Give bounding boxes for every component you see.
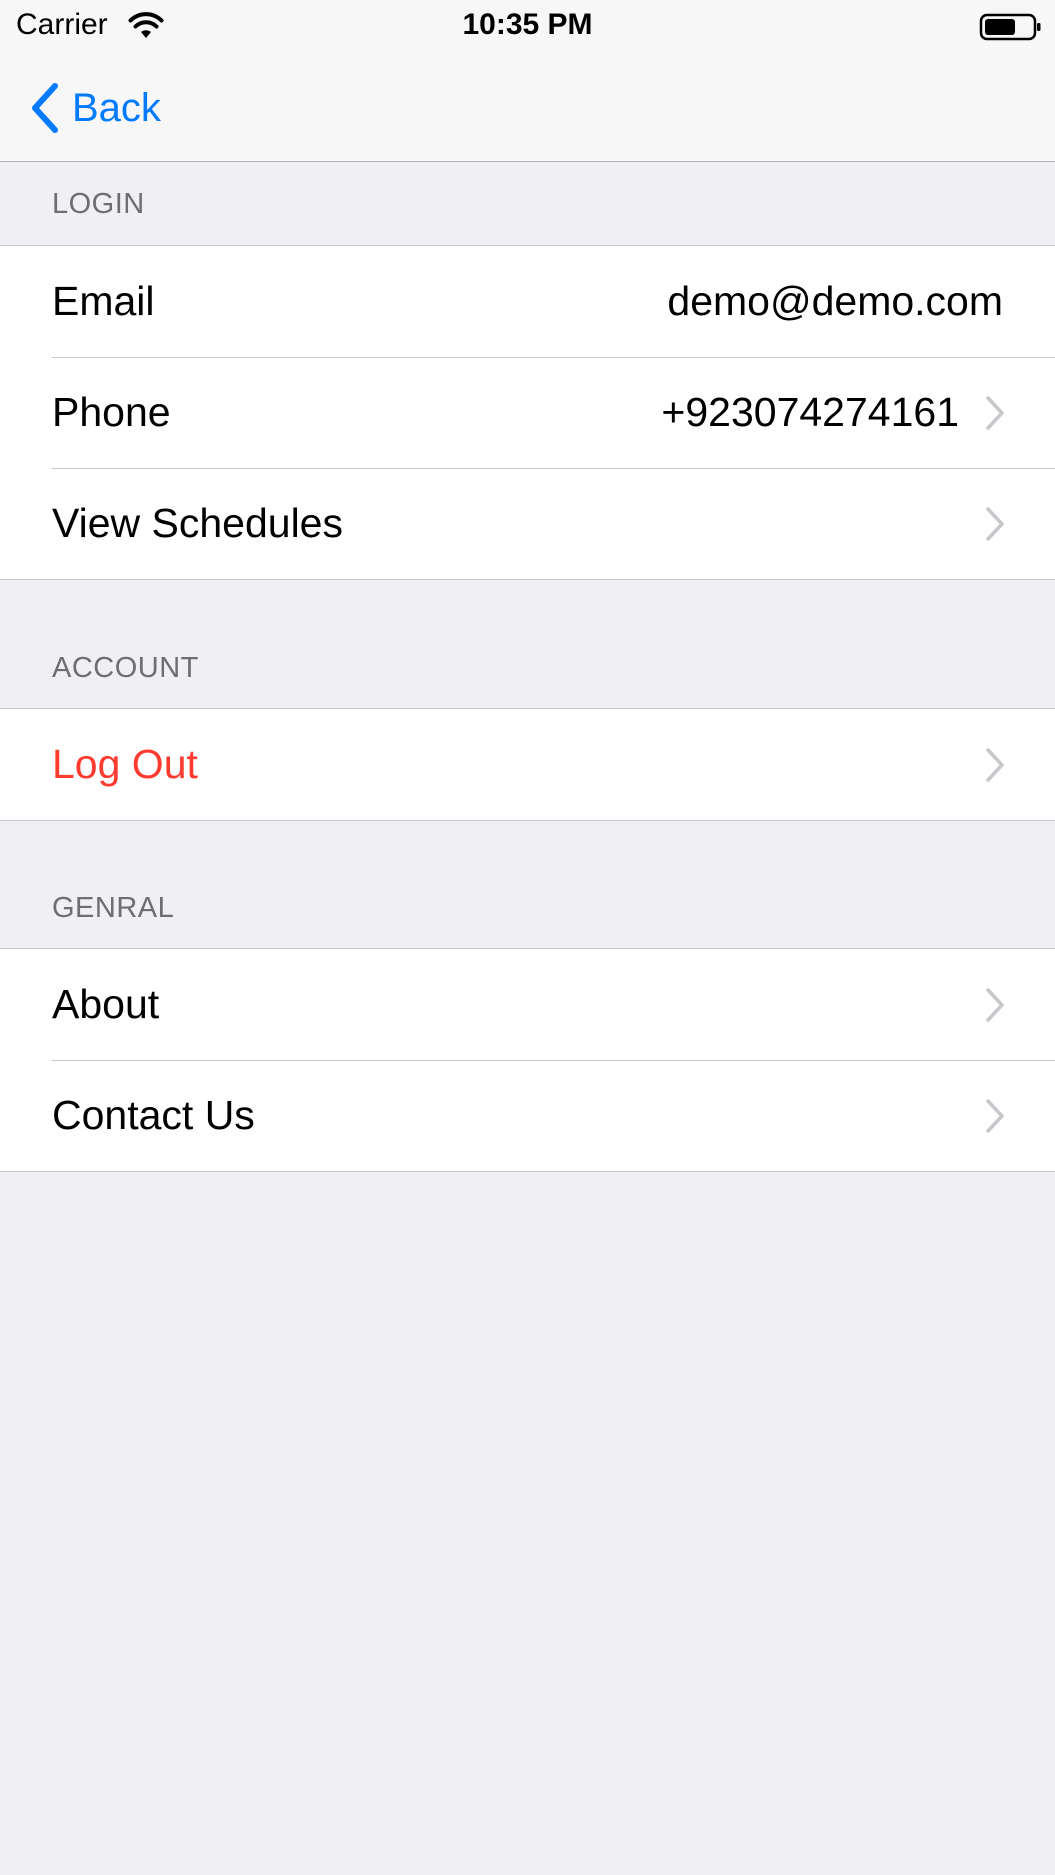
chevron-right-icon bbox=[986, 988, 1004, 1022]
email-label: Email bbox=[52, 278, 155, 324]
contact-us-row[interactable]: Contact Us bbox=[0, 1060, 1055, 1171]
phone-label: Phone bbox=[52, 389, 171, 435]
general-group: About Contact Us bbox=[0, 948, 1055, 1172]
view-schedules-row[interactable]: View Schedules bbox=[0, 468, 1055, 579]
section-header-general: GENRAL bbox=[52, 892, 175, 924]
chevron-right-icon bbox=[986, 748, 1004, 782]
phone-row[interactable]: Phone +923074274161 bbox=[0, 357, 1055, 468]
chevron-left-icon bbox=[32, 83, 58, 133]
log-out-row[interactable]: Log Out bbox=[0, 709, 1055, 820]
contact-us-label: Contact Us bbox=[52, 1092, 255, 1138]
about-label: About bbox=[52, 981, 160, 1027]
phone-value: +923074274161 bbox=[661, 389, 959, 435]
status-bar: Carrier 10:35 PM bbox=[0, 0, 1055, 54]
navigation-bar: Back bbox=[0, 54, 1055, 162]
status-time: 10:35 PM bbox=[462, 8, 593, 41]
email-row[interactable]: Email demo@demo.com bbox=[0, 246, 1055, 357]
battery-icon bbox=[979, 13, 1041, 41]
email-value: demo@demo.com bbox=[667, 278, 1003, 324]
chevron-right-icon bbox=[986, 507, 1004, 541]
account-group: Log Out bbox=[0, 708, 1055, 821]
login-group: Email demo@demo.com Phone +923074274161 … bbox=[0, 245, 1055, 580]
section-header-account: ACCOUNT bbox=[52, 652, 199, 684]
view-schedules-label: View Schedules bbox=[52, 500, 343, 546]
chevron-right-icon bbox=[986, 1099, 1004, 1133]
about-row[interactable]: About bbox=[0, 949, 1055, 1060]
chevron-right-icon bbox=[986, 396, 1004, 430]
back-label: Back bbox=[72, 85, 161, 130]
log-out-label: Log Out bbox=[52, 741, 198, 787]
back-button[interactable]: Back bbox=[28, 80, 161, 136]
section-header-login: LOGIN bbox=[52, 188, 145, 220]
